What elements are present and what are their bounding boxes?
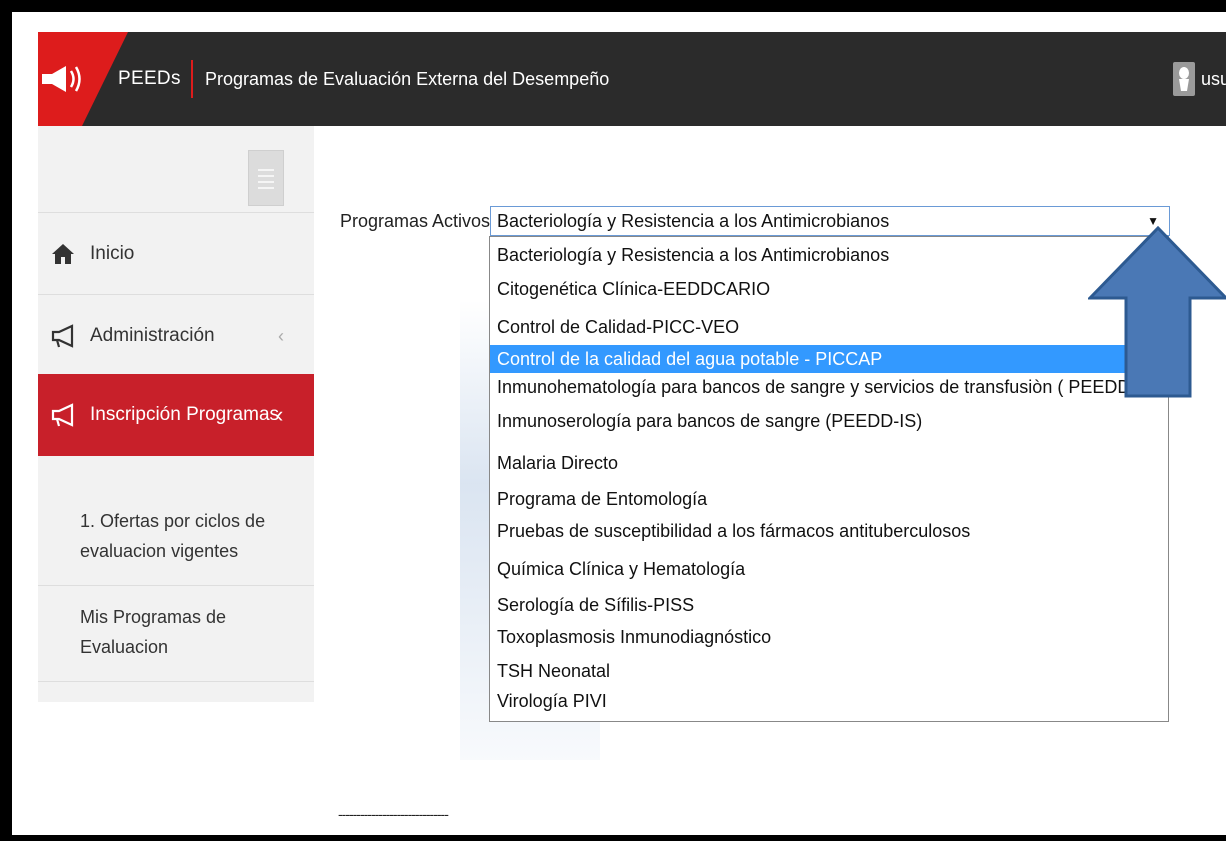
dropdown-option[interactable]: Serología de Sífilis-PISS: [490, 591, 1168, 619]
dropdown-option[interactable]: Virología PIVI: [490, 687, 1168, 715]
user-avatar[interactable]: [1173, 62, 1195, 96]
up-arrow-callout-icon: [1088, 226, 1226, 398]
dashed-separator: ------------------------------: [338, 806, 449, 822]
dropdown-option[interactable]: Programa de Entomología: [490, 485, 1168, 513]
hamburger-icon[interactable]: [248, 150, 284, 206]
dropdown-option[interactable]: Química Clínica y Hematología: [490, 555, 1168, 583]
sidebar-footer-space: [38, 702, 314, 832]
dropdown-option[interactable]: Inmunoserología para bancos de sangre (P…: [490, 407, 1168, 435]
dropdown-option[interactable]: TSH Neonatal: [490, 657, 1168, 685]
megaphone-icon: [51, 324, 74, 348]
app-title: Programas de Evaluación Externa del Dese…: [205, 69, 610, 89]
title-separator: [191, 60, 193, 98]
user-name[interactable]: usua: [1201, 60, 1226, 98]
dropdown-option[interactable]: Citogenética Clínica-EEDDCARIO: [490, 275, 1168, 303]
chevron-left-icon: ‹: [276, 402, 284, 427]
programas-activos-label: Programas Activos: [340, 211, 491, 231]
submenu-item-line: Evaluacion: [80, 637, 169, 657]
dropdown-option[interactable]: Pruebas de susceptibilidad a los fármaco…: [490, 517, 1168, 545]
dropdown-option[interactable]: Inmunohematología para bancos de sangre …: [490, 373, 1168, 401]
sidebar-item-inicio[interactable]: Inicio: [38, 212, 314, 294]
dropdown-option[interactable]: Control de Calidad-PICC-VEO: [490, 313, 1168, 341]
programas-dropdown-list[interactable]: Bacteriología y Resistencia a los Antimi…: [489, 236, 1169, 722]
sidebar-item-inscripcion-programas[interactable]: Inscripción Programas ‹: [38, 374, 314, 456]
sidebar-item-label: Inicio: [90, 243, 135, 264]
app-short-name[interactable]: PEEDs: [118, 60, 181, 98]
user-icon: [1179, 67, 1189, 91]
chevron-left-icon: ‹: [278, 326, 284, 346]
submenu-item-line: 1. Ofertas por ciclos de: [80, 511, 266, 531]
home-icon: [52, 244, 74, 264]
submenu-item-line: Mis Programas de: [80, 607, 227, 627]
sidebar-item-label: Administración: [90, 325, 215, 346]
megaphone-icon[interactable]: [40, 62, 86, 96]
dropdown-option[interactable]: Toxoplasmosis Inmunodiagnóstico: [490, 623, 1168, 651]
sidebar-item-administracion[interactable]: Administración ‹: [38, 294, 314, 376]
submenu-item-mis-programas[interactable]: Mis Programas de Evaluacion: [38, 586, 314, 682]
submenu-item-line: evaluacion vigentes: [80, 541, 239, 561]
sidebar-item-label: Inscripción Programas: [90, 404, 280, 425]
dropdown-option-highlighted[interactable]: Control de la calidad del agua potable -…: [490, 345, 1168, 373]
top-navbar: PEEDs Programas de Evaluación Externa de…: [38, 32, 1226, 126]
submenu-item-ofertas[interactable]: 1. Ofertas por ciclos de evaluacion vige…: [38, 490, 314, 586]
sidebar: Inicio Administración ‹ Inscripción Prog…: [38, 126, 314, 702]
megaphone-icon: [51, 403, 74, 427]
select-value: Bacteriología y Resistencia a los Antimi…: [497, 211, 890, 231]
dropdown-option[interactable]: Malaria Directo: [490, 449, 1168, 477]
dropdown-option[interactable]: Bacteriología y Resistencia a los Antimi…: [490, 241, 1168, 269]
programas-activos-select[interactable]: Bacteriología y Resistencia a los Antimi…: [490, 206, 1170, 236]
